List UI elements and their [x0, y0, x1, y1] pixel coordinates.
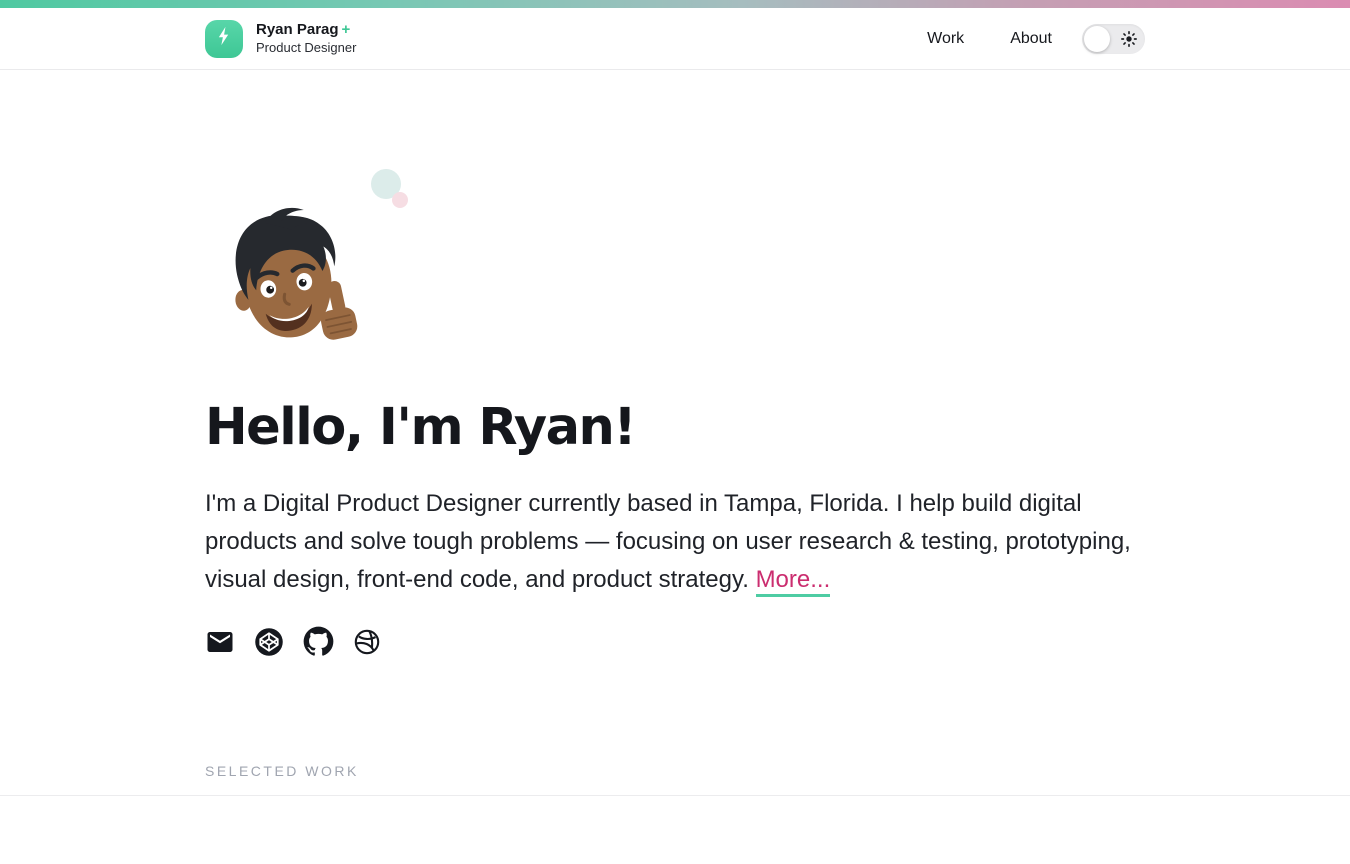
theme-toggle-knob[interactable]	[1084, 26, 1110, 52]
main-nav: Work About	[881, 24, 1145, 54]
intro-text: I'm a Digital Product Designer currently…	[205, 490, 1131, 593]
brand-home-link[interactable]: Ryan Parag+ Product Designer	[205, 20, 356, 58]
lightning-bolt-icon	[213, 25, 235, 52]
pink-circle-decoration	[392, 192, 408, 208]
site-header: Ryan Parag+ Product Designer Work About	[0, 8, 1350, 70]
intro-paragraph: I'm a Digital Product Designer currently…	[205, 485, 1145, 599]
brand-role: Product Designer	[256, 40, 356, 56]
sun-icon	[1120, 30, 1138, 51]
email-icon	[205, 627, 235, 662]
more-link[interactable]: More...	[756, 566, 831, 597]
selected-work-label: SELECTED WORK	[205, 763, 1145, 779]
memoji-avatar	[219, 199, 367, 364]
dribbble-icon	[353, 628, 381, 661]
top-gradient-bar	[0, 0, 1350, 8]
logo	[205, 20, 243, 58]
social-links	[205, 626, 1145, 662]
hero-section: Hello, I'm Ryan! I'm a Digital Product D…	[205, 165, 1145, 779]
nav-link-about[interactable]: About	[1010, 30, 1052, 48]
github-link[interactable]	[303, 626, 334, 662]
avatar-area	[205, 165, 1145, 358]
dribbble-link[interactable]	[353, 628, 381, 661]
codepen-icon	[254, 627, 284, 662]
section-divider	[0, 795, 1350, 796]
page-title: Hello, I'm Ryan!	[205, 398, 1145, 457]
theme-toggle[interactable]	[1082, 24, 1145, 54]
brand-plus: +	[342, 21, 351, 38]
github-icon	[303, 626, 334, 662]
nav-link-work[interactable]: Work	[927, 30, 964, 48]
email-link[interactable]	[205, 627, 235, 662]
brand-name: Ryan Parag	[256, 21, 339, 38]
codepen-link[interactable]	[254, 627, 284, 662]
